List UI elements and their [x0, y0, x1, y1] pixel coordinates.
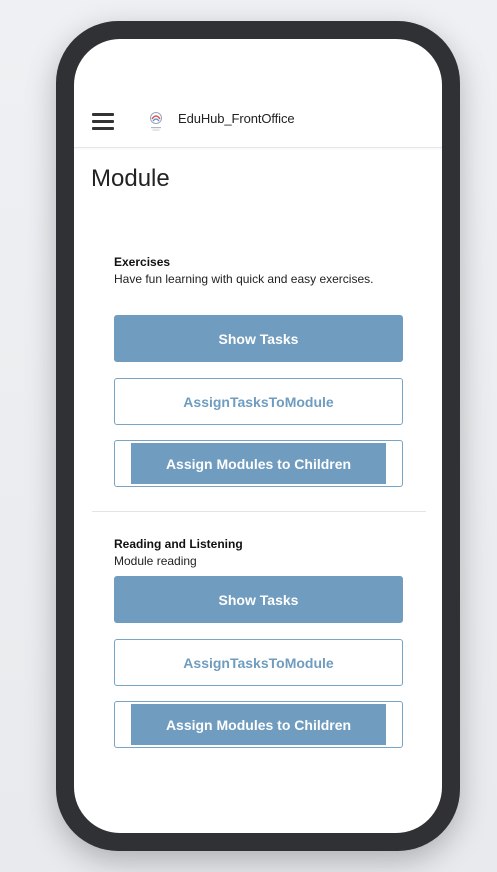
stage: EduHub_FrontOffice Module Exercises Have… — [0, 0, 497, 872]
app-screen: EduHub_FrontOffice Module Exercises Have… — [74, 39, 442, 833]
module-card-reading-listening: Reading and Listening Module reading — [114, 536, 403, 571]
app-title: EduHub_FrontOffice — [178, 111, 295, 126]
phone-frame: EduHub_FrontOffice Module Exercises Have… — [56, 21, 460, 851]
hamburger-menu-icon[interactable] — [92, 113, 114, 130]
module-title: Exercises — [114, 255, 171, 269]
assign-modules-to-children-button[interactable]: Assign Modules to Children — [114, 701, 403, 748]
module-card-exercises: Exercises Have fun learning with quick a… — [114, 254, 403, 289]
module-description: Have fun learning with quick and easy ex… — [114, 272, 374, 286]
assign-tasks-to-module-button[interactable]: AssignTasksToModule — [114, 378, 403, 425]
page-title: Module — [91, 165, 170, 192]
assign-modules-to-children-button[interactable]: Assign Modules to Children — [114, 440, 403, 487]
assign-tasks-to-module-button[interactable]: AssignTasksToModule — [114, 639, 403, 686]
section-divider — [92, 511, 426, 512]
assign-modules-to-children-label: Assign Modules to Children — [131, 443, 386, 484]
eduhub-logo-icon — [150, 112, 162, 131]
module-title: Reading and Listening — [114, 537, 243, 551]
show-tasks-button[interactable]: Show Tasks — [114, 315, 403, 362]
module-description: Module reading — [114, 554, 197, 568]
assign-modules-to-children-label: Assign Modules to Children — [131, 704, 386, 745]
show-tasks-button[interactable]: Show Tasks — [114, 576, 403, 623]
top-app-bar: EduHub_FrontOffice — [74, 95, 442, 148]
